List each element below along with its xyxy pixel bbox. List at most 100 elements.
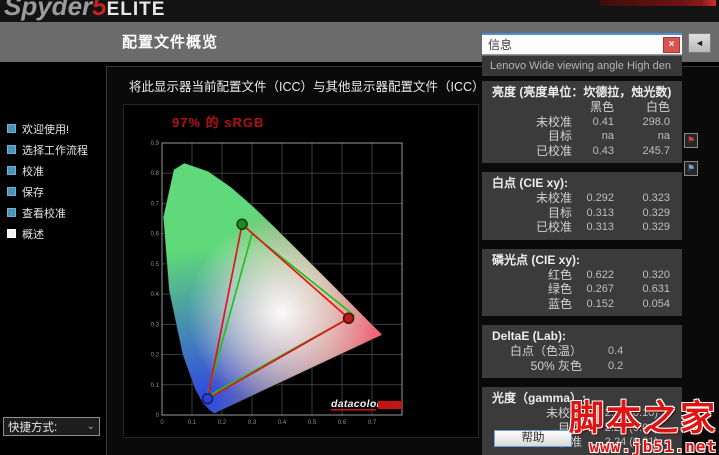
svg-text:0.2: 0.2 — [151, 353, 160, 359]
sidebar-item[interactable]: 欢迎使用! — [0, 118, 104, 139]
info-row: 未校准 0.41 298.0 — [482, 115, 682, 130]
info-section-title: 磷光点 (CIE xy): — [492, 252, 581, 267]
svg-text:0.4: 0.4 — [151, 292, 160, 298]
workflow-sidebar: 欢迎使用! 选择工作流程校准保存查看校准概述 — [0, 118, 104, 244]
info-row: 未校准 2.25 (0.10) — [482, 406, 682, 421]
svg-text:datacolor: datacolor — [331, 398, 382, 410]
info-row: 绿色 0.267 0.631 — [482, 282, 682, 297]
shortcut-label: 快捷方式: — [8, 421, 58, 434]
cie-chromaticity-chart: 0 0.1 0.2 0.3 0.4 0.5 0.6 0.7 0.8 0.9 0 0.1 0.2 0.3 0.… — [151, 141, 403, 426]
sidebar-item[interactable]: 选择工作流程 — [0, 139, 104, 160]
blue-flag-icon[interactable]: ⚑ — [684, 161, 698, 176]
primary-marker — [236, 218, 248, 231]
datacolor-logo: datacolor — [331, 398, 402, 411]
info-row-value: 0.2 — [608, 359, 624, 372]
info-row-value: 2.20 (0.00) — [604, 421, 658, 434]
svg-text:0.7: 0.7 — [151, 201, 160, 207]
info-row-value: 0.313 — [586, 221, 614, 233]
info-sections: 亮度 (亮度单位：坎德拉，烛光数) 黑色 白色 未校准 0.41 298.0 目标 na na 已… — [482, 81, 682, 455]
info-row-label: 50% 灰色 — [530, 358, 582, 373]
sidebar-item[interactable]: 概述 — [0, 223, 104, 244]
info-section: 白点 (CIE xy): 未校准 0.292 0.323 目标 0.313 0.329 已校准… — [482, 172, 682, 240]
info-row: 50% 灰色 0.2 — [482, 359, 682, 374]
svg-text:0.5: 0.5 — [151, 262, 160, 268]
device-name: Lenovo Wide viewing angle High den — [490, 60, 672, 72]
help-button[interactable]: 帮助 — [494, 430, 572, 447]
sidebar-item-label: 保存 — [22, 186, 44, 199]
info-row: 白点（色温） 0.4 — [482, 344, 682, 359]
info-row-label: 目标 — [547, 129, 572, 143]
svg-text:0: 0 — [160, 420, 164, 426]
logo-5-text: 5 — [92, 0, 107, 21]
info-panel: 信息 × Lenovo Wide viewing angle High den … — [482, 33, 682, 455]
info-column-header: 黑色 — [589, 100, 614, 114]
svg-text:0.9: 0.9 — [151, 141, 160, 147]
svg-text:0.2: 0.2 — [218, 420, 227, 426]
gamut-percentage-label: 97% 的 sRGB — [172, 115, 265, 130]
svg-text:0.5: 0.5 — [308, 420, 317, 426]
info-row: 已校准 0.43 245.7 — [482, 144, 682, 159]
info-row-value: 0.41 — [592, 115, 614, 128]
sidebar-item-label: 欢迎使用! — [22, 123, 70, 136]
info-panel-titlebar[interactable]: 信息 × — [482, 33, 682, 55]
sidebar-item-label: 概述 — [22, 228, 44, 241]
sidebar-item[interactable]: 保存 — [0, 181, 104, 202]
info-row-value: 0.267 — [586, 283, 614, 295]
info-row-value: 0.323 — [642, 192, 670, 204]
arrow-left-icon: ◄ — [695, 38, 704, 48]
info-row-value: 0.622 — [586, 268, 614, 281]
sidebar-item[interactable]: 查看校准 — [0, 202, 104, 223]
sidebar-item-label: 选择工作流程 — [22, 144, 88, 157]
svg-text:0.4: 0.4 — [278, 420, 287, 426]
chevron-down-icon: ⌄ — [86, 420, 95, 432]
device-name-bar: Lenovo Wide viewing angle High den — [482, 56, 682, 76]
red-flag-icon[interactable]: ⚑ — [684, 133, 698, 148]
red-banner-decoration — [600, 0, 716, 6]
info-row-label: 白点（色温） — [509, 344, 582, 358]
svg-text:0.6: 0.6 — [338, 420, 347, 426]
info-row-value: 0.152 — [586, 297, 614, 310]
collapse-panel-button[interactable]: ◄ — [688, 33, 711, 53]
info-section-title: 亮度 (亮度单位：坎德拉，烛光数) — [492, 85, 672, 99]
info-row-value: 2.24 (0.01) — [604, 436, 658, 448]
info-panel-title: 信息 — [488, 38, 513, 52]
info-row: 目标 na na — [482, 129, 682, 144]
info-row-value: 0.320 — [642, 268, 670, 281]
logo-spyder-text: Spyder — [4, 0, 93, 21]
profile-compare-description: 将此显示器当前配置文件（ICC）与其他显示器配置文件（ICC） — [129, 80, 485, 94]
info-row-label: 红色 — [547, 267, 572, 282]
info-row-label: 绿色 — [547, 282, 572, 296]
info-row-value: 0.329 — [642, 221, 670, 233]
chart-container: 0 0.1 0.2 0.3 0.4 0.5 0.6 0.7 0.8 0.9 0 0.1 0.2 0.3 0.… — [123, 104, 479, 438]
info-column-headers: 黑色 白色 — [482, 100, 682, 115]
info-row-value: 0.4 — [608, 345, 624, 357]
svg-text:0.6: 0.6 — [151, 232, 160, 238]
step-square-icon — [7, 124, 16, 133]
info-section: 磷光点 (CIE xy): 红色 0.622 0.320 绿色 0.267 0.631 蓝色 0… — [482, 248, 682, 316]
info-row-value: 0.313 — [586, 206, 614, 219]
primary-marker — [342, 312, 355, 325]
info-row-value: 0.631 — [642, 283, 670, 295]
info-row-value: 298.0 — [642, 115, 670, 128]
info-section: DeltaE (Lab): 白点（色温） 0.4 50% 灰色 0.2 — [482, 325, 682, 378]
info-row-label: 未校准 — [535, 191, 572, 205]
info-row-value: 2.25 (0.10) — [604, 407, 658, 419]
svg-text:0.1: 0.1 — [188, 420, 197, 426]
info-row-value: 0.329 — [642, 206, 670, 219]
app-logo: Spyder5ELITE — [4, 0, 165, 22]
step-square-icon — [7, 166, 16, 175]
close-icon[interactable]: × — [663, 36, 680, 53]
sidebar-item[interactable]: 校准 — [0, 160, 104, 181]
info-section-title: 光度（gamma）: — [492, 391, 587, 405]
info-row-value: na — [657, 130, 670, 142]
info-row-label: 已校准 — [535, 220, 572, 234]
step-square-icon — [7, 187, 16, 196]
info-column-header: 白色 — [645, 100, 670, 114]
info-row-label: 蓝色 — [547, 296, 572, 311]
shortcut-dropdown[interactable]: 快捷方式: ⌄ — [3, 417, 100, 436]
info-section-title: 白点 (CIE xy): — [492, 176, 569, 190]
svg-text:0.1: 0.1 — [151, 383, 160, 389]
sidebar-item-label: 查看校准 — [22, 207, 66, 220]
logo-elite-text: ELITE — [106, 0, 166, 20]
step-square-icon — [7, 145, 16, 154]
